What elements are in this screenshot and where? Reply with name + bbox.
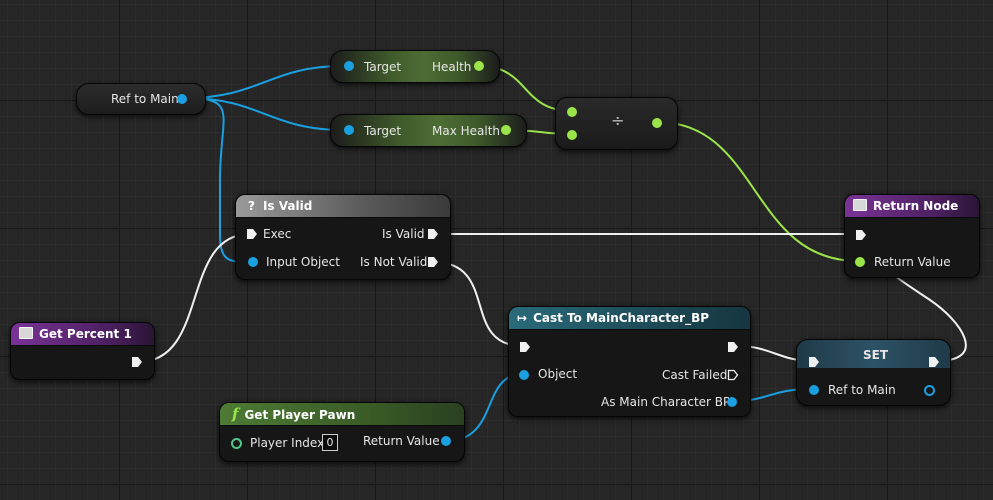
wire-divide-to-return [656, 121, 859, 262]
cast-header: ↦ Cast To MainCharacter_BP [509, 307, 750, 330]
health-output-pin[interactable] [474, 61, 484, 71]
function-icon [853, 199, 867, 211]
cast-node[interactable]: ↦ Cast To MainCharacter_BP Object Cast Fa… [508, 306, 751, 417]
cast-failed-pin[interactable] [727, 369, 739, 381]
set-exec-out-pin[interactable] [928, 356, 940, 368]
set-node[interactable]: SET Ref to Main [796, 339, 951, 406]
function-icon: f [232, 405, 239, 423]
set-input-pin[interactable] [809, 385, 819, 395]
is-valid-node[interactable]: ? Is Valid Exec Is Valid Input Object Is … [235, 194, 451, 280]
ref-to-main-label: Ref to Main [111, 92, 179, 106]
max-health-output-label: Max Health [432, 124, 501, 138]
is-valid-exec-label: Exec [263, 227, 292, 241]
divide-symbol: ÷ [611, 111, 625, 130]
is-not-valid-out-pin[interactable] [427, 256, 439, 268]
health-output-label: Health [432, 60, 472, 74]
is-valid-title: Is Valid [262, 199, 313, 213]
cast-object-label: Object [538, 367, 578, 381]
pawn-return-pin[interactable] [441, 436, 451, 446]
question-icon: ? [248, 199, 255, 213]
player-index-pin[interactable] [231, 438, 242, 449]
return-value-label: Return Value [874, 255, 951, 269]
return-value-pin[interactable] [855, 257, 865, 267]
return-node-title: Return Node [873, 199, 959, 213]
ref-to-main-output-pin[interactable] [177, 94, 187, 104]
player-index-label: Player Index [250, 436, 325, 450]
is-valid-exec-in-pin[interactable] [246, 228, 258, 240]
ref-to-main-getter-node[interactable]: Ref to Main [76, 83, 206, 115]
health-target-label: Target [364, 60, 402, 74]
return-node-header: Return Node [845, 195, 979, 218]
cast-output-pin[interactable] [727, 397, 737, 407]
is-not-valid-label: Is Not Valid [360, 255, 428, 269]
return-node[interactable]: Return Node Return Value [844, 194, 980, 278]
is-valid-out-label: Is Valid [382, 227, 425, 241]
set-var-label: Ref to Main [828, 383, 896, 397]
get-player-pawn-title: Get Player Pawn [244, 408, 356, 422]
wire-ref-to-health-target [185, 65, 344, 99]
get-percent-exec-out-pin[interactable] [131, 356, 143, 368]
set-output-pin[interactable] [924, 385, 935, 396]
max-health-target-pin[interactable] [344, 125, 354, 135]
is-valid-input-object-pin[interactable] [248, 257, 258, 267]
return-exec-in-pin[interactable] [855, 229, 867, 241]
max-health-output-pin[interactable] [501, 125, 511, 135]
is-valid-out-pin[interactable] [427, 228, 439, 240]
get-percent-title: Get Percent 1 [39, 327, 132, 341]
set-exec-in-pin[interactable] [808, 356, 820, 368]
cast-exec-out-pin[interactable] [727, 341, 739, 353]
get-percent-node[interactable]: Get Percent 1 [10, 322, 155, 380]
get-health-node[interactable]: Target Health [330, 50, 500, 83]
player-index-input[interactable]: 0 [322, 434, 338, 451]
divide-input-b-pin[interactable] [567, 130, 577, 140]
max-health-target-label: Target [364, 124, 402, 138]
cast-failed-label: Cast Failed [662, 368, 728, 382]
divide-node[interactable]: ÷ [555, 97, 678, 150]
divide-input-a-pin[interactable] [567, 107, 577, 117]
cast-output-label: As Main Character BP [601, 395, 731, 409]
wire-ref-to-maxhealth-target [185, 97, 344, 131]
pawn-return-label: Return Value [363, 434, 440, 448]
is-valid-header: ? Is Valid [236, 195, 450, 218]
is-valid-input-label: Input Object [266, 255, 340, 269]
get-percent-header: Get Percent 1 [11, 323, 154, 346]
get-player-pawn-header: f Get Player Pawn [220, 403, 464, 426]
cast-exec-in-pin[interactable] [519, 341, 531, 353]
get-player-pawn-node[interactable]: f Get Player Pawn Player Index 0 Return V… [219, 402, 465, 462]
cast-title: Cast To MainCharacter_BP [533, 311, 710, 325]
health-target-pin[interactable] [344, 61, 354, 71]
get-max-health-node[interactable]: Target Max Health [330, 114, 527, 147]
cast-icon: ↦ [517, 311, 528, 325]
cast-object-pin[interactable] [519, 370, 529, 380]
function-icon [19, 327, 33, 339]
set-title: SET [863, 348, 889, 362]
divide-output-pin[interactable] [652, 118, 662, 128]
